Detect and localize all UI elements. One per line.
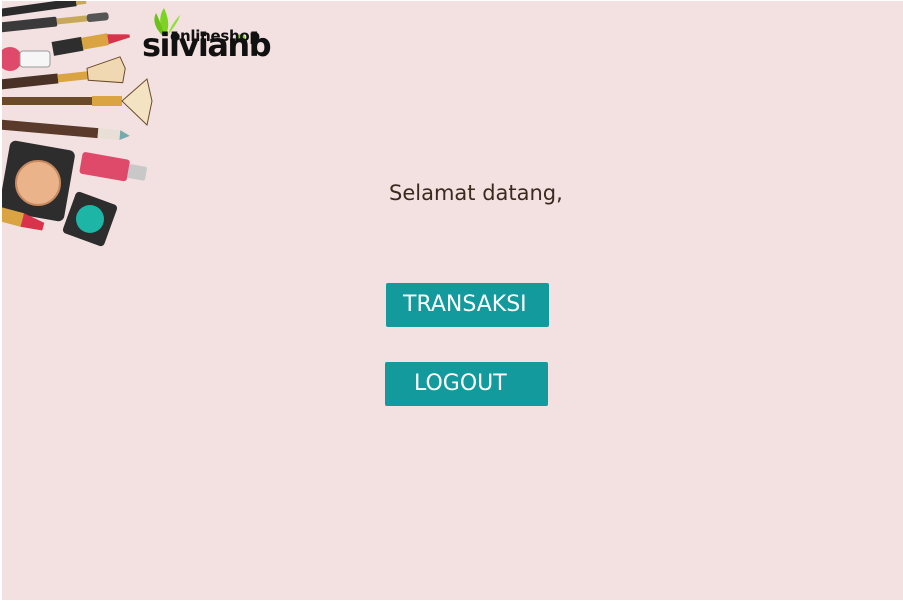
- logout-button[interactable]: LOGOUT: [385, 362, 548, 406]
- makeup-illustration-icon: [2, 1, 153, 247]
- logo-title: silvianb: [142, 26, 272, 64]
- brand-logo: onlineshop silvianb: [140, 5, 285, 69]
- transaksi-button[interactable]: TRANSAKSI: [386, 283, 549, 327]
- app-window: onlineshop silvianb Selamat datang, TRAN…: [2, 1, 903, 600]
- welcome-greeting: Selamat datang,: [389, 181, 563, 205]
